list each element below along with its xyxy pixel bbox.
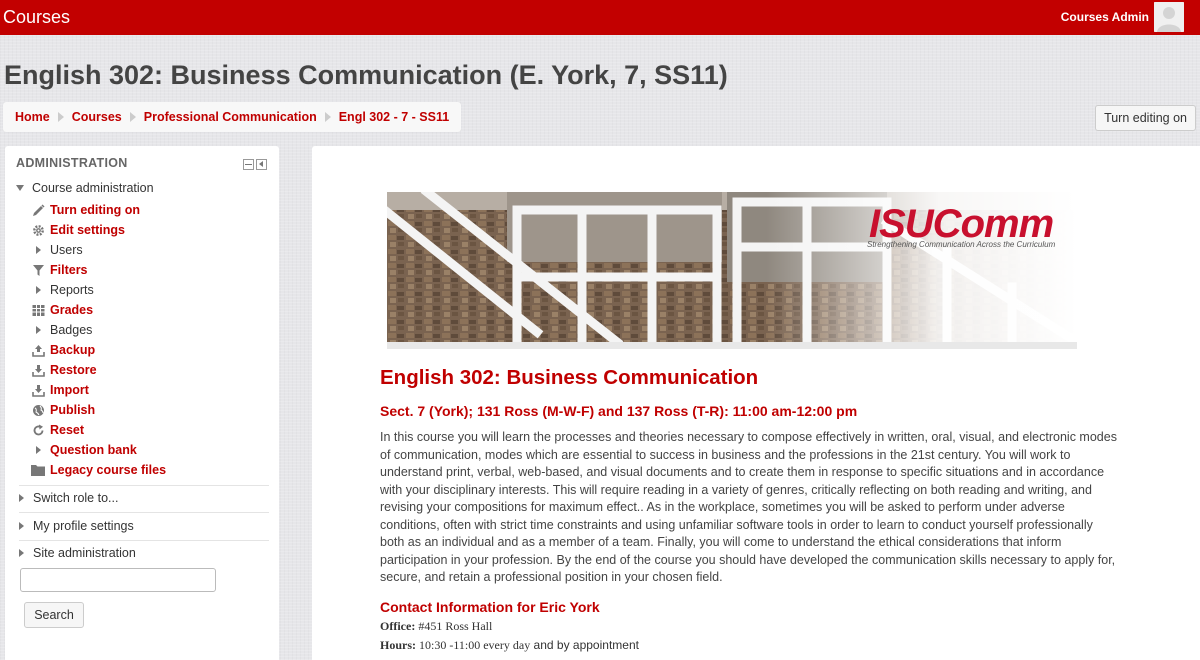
site-brand-link[interactable]: Courses xyxy=(3,7,70,28)
expand-arrow-icon xyxy=(31,283,45,297)
expand-arrow-icon xyxy=(31,243,45,257)
section-label: Switch role to... xyxy=(33,491,119,505)
admin-item-label: Legacy course files xyxy=(50,463,167,477)
dock-block-icon[interactable] xyxy=(256,159,267,170)
divider xyxy=(19,540,269,541)
admin-item-label: Turn editing on xyxy=(50,203,141,217)
course-administration-node[interactable]: Course administration xyxy=(16,181,154,195)
section-switch-role[interactable]: Switch role to... xyxy=(19,489,118,507)
admin-item-turn-editing-on[interactable]: Turn editing on xyxy=(31,201,140,219)
admin-item-edit-settings[interactable]: Edit settings xyxy=(31,221,125,239)
pencil-icon xyxy=(31,203,45,217)
breadcrumb-separator-icon xyxy=(129,112,136,122)
admin-item-legacy-course-files[interactable]: Legacy course files xyxy=(31,461,166,479)
admin-item-grades[interactable]: Grades xyxy=(31,301,93,319)
grades-table-icon xyxy=(31,303,45,317)
section-schedule-heading: Sect. 7 (York); 131 Ross (M-W-F) and 137… xyxy=(380,403,858,419)
expand-arrow-icon xyxy=(19,494,24,502)
collapse-arrow-icon xyxy=(16,185,24,191)
breadcrumb-separator-icon xyxy=(57,112,64,122)
admin-item-label: Publish xyxy=(50,403,96,417)
section-label: My profile settings xyxy=(33,519,134,533)
breadcrumb-courses[interactable]: Courses xyxy=(72,110,122,124)
admin-item-label: Reports xyxy=(50,283,94,297)
banner-tagline: Strengthening Communication Across the C… xyxy=(867,240,1056,249)
reset-icon xyxy=(31,423,45,437)
office-value: #451 Ross Hall xyxy=(418,619,493,633)
top-navbar: Courses Courses Admin xyxy=(0,0,1200,35)
breadcrumb: Home Courses Professional Communication … xyxy=(3,102,462,132)
admin-search-input[interactable] xyxy=(20,568,216,592)
globe-icon xyxy=(31,403,45,417)
upload-icon xyxy=(31,343,45,357)
section-my-profile-settings[interactable]: My profile settings xyxy=(19,517,134,535)
expand-arrow-icon xyxy=(31,323,45,337)
admin-item-label: Restore xyxy=(50,363,97,377)
gear-icon xyxy=(31,223,45,237)
admin-item-label: Import xyxy=(50,383,89,397)
administration-block: ADMINISTRATION Course administration Tur… xyxy=(5,146,279,660)
hours-info: Hours: 10:30 -11:00 every day and by app… xyxy=(380,638,639,653)
admin-item-label: Edit settings xyxy=(50,223,126,237)
hours-label: Hours: xyxy=(380,638,416,652)
admin-item-label: Backup xyxy=(50,343,96,357)
isucomm-banner-image: ISUComm Strengthening Communication Acro… xyxy=(387,192,1077,349)
admin-item-restore[interactable]: Restore xyxy=(31,361,97,379)
admin-item-badges[interactable]: Badges xyxy=(31,321,92,339)
admin-item-label: Question bank xyxy=(50,443,137,457)
block-title: ADMINISTRATION xyxy=(16,156,128,170)
admin-item-label: Reset xyxy=(50,423,85,437)
course-summary-panel: ISUComm Strengthening Communication Acro… xyxy=(312,146,1200,660)
office-info: Office: #451 Ross Hall xyxy=(380,619,492,634)
expand-arrow-icon xyxy=(31,443,45,457)
expand-arrow-icon xyxy=(19,549,24,557)
course-description: In this course you will learn the proces… xyxy=(380,430,1117,584)
download-icon xyxy=(31,363,45,377)
block-controls xyxy=(243,159,267,170)
user-menu-name[interactable]: Courses Admin xyxy=(1061,10,1149,24)
page-title: English 302: Business Communication (E. … xyxy=(4,60,728,90)
contact-heading: Contact Information for Eric York xyxy=(380,599,600,615)
user-avatar-icon[interactable] xyxy=(1154,2,1184,32)
course-administration-label: Course administration xyxy=(32,181,154,195)
divider xyxy=(19,512,269,513)
office-label: Office: xyxy=(380,619,416,633)
admin-item-label: Grades xyxy=(50,303,94,317)
turn-editing-on-button[interactable]: Turn editing on xyxy=(1095,105,1196,131)
filter-icon xyxy=(31,263,45,277)
hours-value: 10:30 -11:00 every day xyxy=(419,638,531,652)
admin-item-label: Badges xyxy=(50,323,93,337)
admin-item-label: Users xyxy=(50,243,83,257)
section-site-administration[interactable]: Site administration xyxy=(19,544,136,562)
breadcrumb-separator-icon xyxy=(324,112,331,122)
course-heading: English 302: Business Communication xyxy=(380,366,759,389)
admin-item-publish[interactable]: Publish xyxy=(31,401,95,419)
divider xyxy=(19,485,269,486)
breadcrumb-course[interactable]: Engl 302 - 7 - SS11 xyxy=(339,110,449,124)
admin-search-button[interactable]: Search xyxy=(24,602,84,628)
admin-item-filters[interactable]: Filters xyxy=(31,261,88,279)
admin-item-question-bank[interactable]: Question bank xyxy=(31,441,137,459)
folder-icon xyxy=(31,463,45,477)
expand-arrow-icon xyxy=(19,522,24,530)
admin-item-backup[interactable]: Backup xyxy=(31,341,95,359)
admin-item-reports[interactable]: Reports xyxy=(31,281,94,299)
admin-item-import[interactable]: Import xyxy=(31,381,89,399)
breadcrumb-home[interactable]: Home xyxy=(15,110,50,124)
admin-item-label: Filters xyxy=(50,263,88,277)
hours-suffix: and by appointment xyxy=(533,638,639,652)
admin-item-users[interactable]: Users xyxy=(31,241,83,259)
import-icon xyxy=(31,383,45,397)
hide-block-icon[interactable] xyxy=(243,159,254,170)
breadcrumb-category[interactable]: Professional Communication xyxy=(144,110,317,124)
admin-item-reset[interactable]: Reset xyxy=(31,421,84,439)
section-label: Site administration xyxy=(33,546,136,560)
